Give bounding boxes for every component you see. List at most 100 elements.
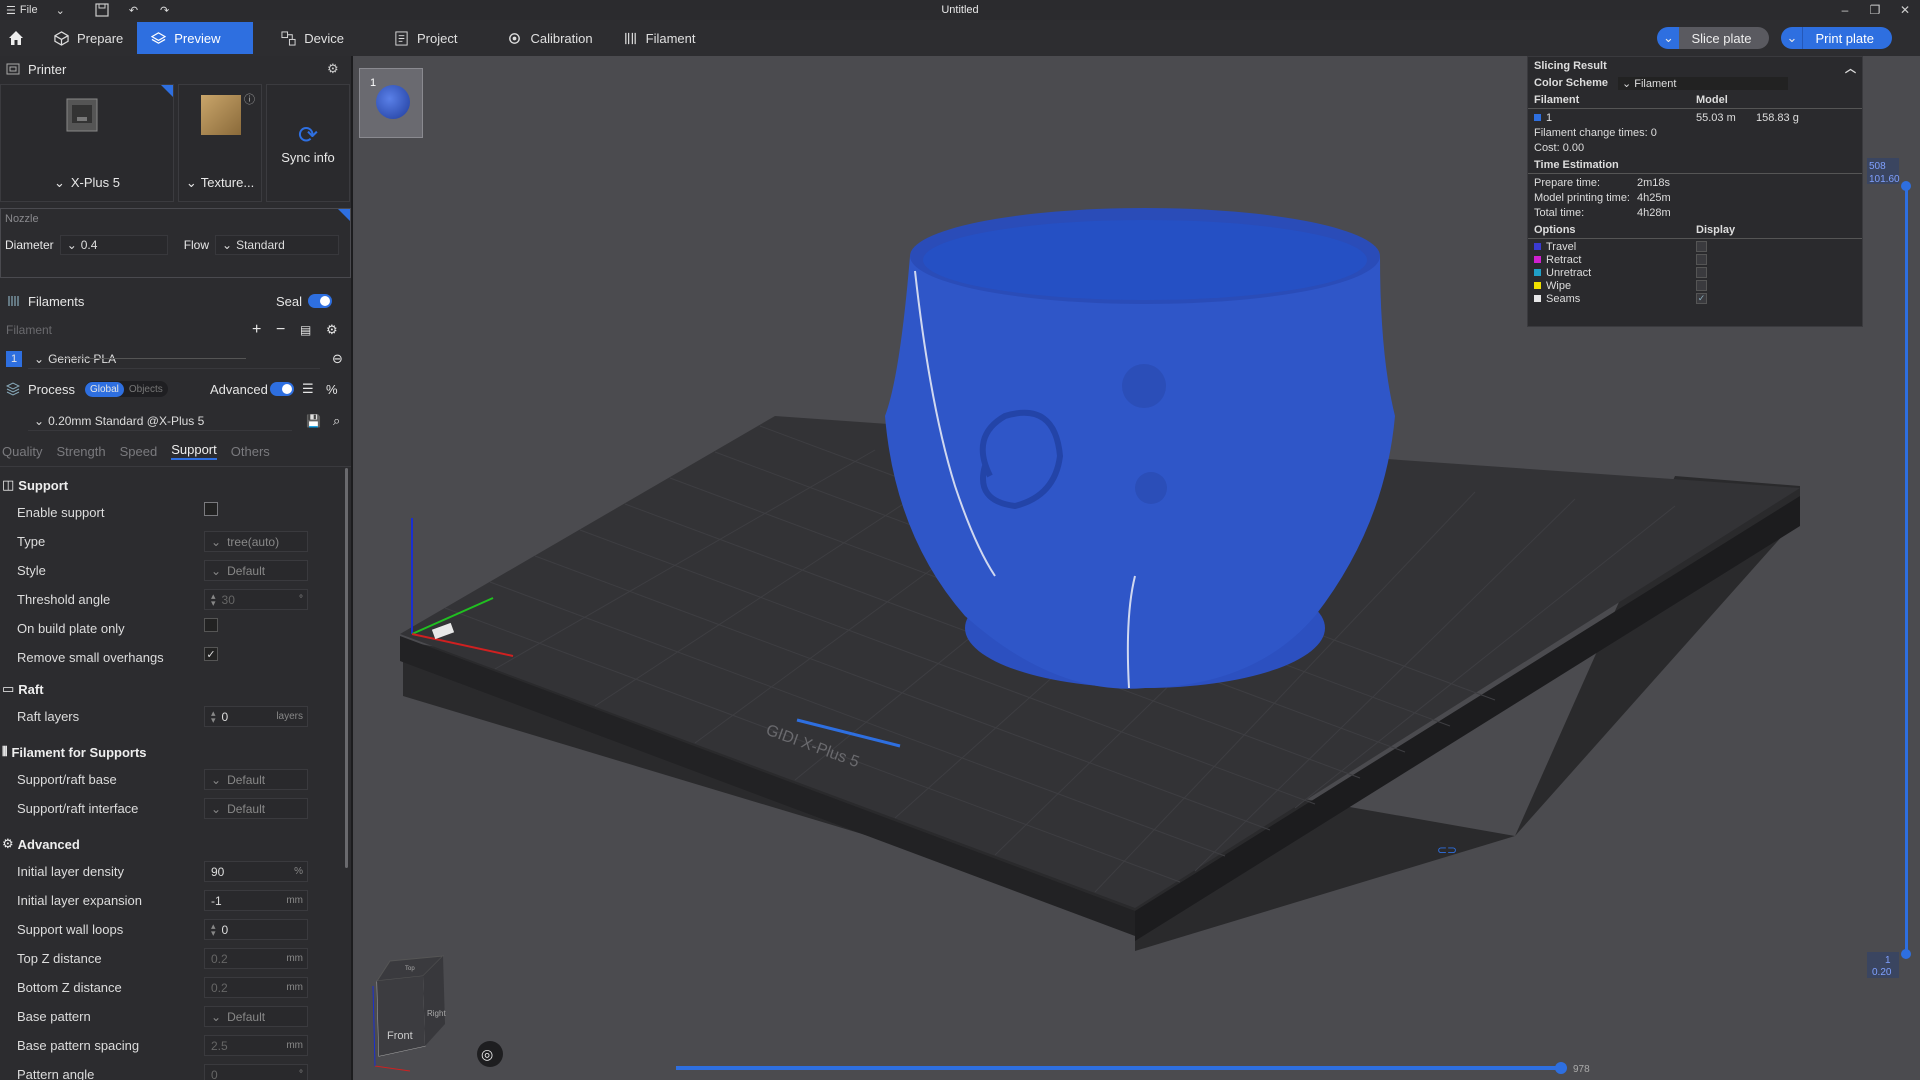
wall-loops-input[interactable]: ▴ ▾ 0 [204, 919, 308, 940]
objects-option[interactable]: Objects [124, 384, 168, 395]
list-icon[interactable]: ☰ [302, 381, 314, 397]
color-scheme-select[interactable]: ⌄ Filament [1617, 76, 1788, 90]
collapse-icon[interactable]: ︿ [1845, 60, 1856, 75]
remove-filament-icon[interactable]: ⊖ [332, 351, 343, 367]
filament-icon [8, 296, 19, 306]
sync-info-button[interactable]: ⟳ Sync info [266, 84, 350, 202]
seal-label: Seal [276, 293, 303, 309]
stepper-icon[interactable]: ▴ ▾ [211, 708, 216, 724]
build-plate-only-checkbox[interactable] [204, 618, 218, 632]
plate-thumbnail[interactable]: 1 [359, 68, 423, 138]
base-pattern-select[interactable]: ⌄ Default [204, 1006, 308, 1027]
tab-calibration[interactable]: Calibration [493, 22, 606, 54]
support-interface-select[interactable]: ⌄ Default [204, 798, 308, 819]
top-layer-height: 101.60 [1869, 174, 1900, 185]
option-display-checkbox[interactable] [1696, 254, 1707, 265]
global-toggle[interactable]: Global Objects [84, 381, 168, 397]
search-icon[interactable]: ⌕ [333, 413, 340, 429]
support-base-label: Support/raft base [17, 772, 117, 787]
support-base-select[interactable]: ⌄ Default [204, 769, 308, 790]
print-plate-button[interactable]: ⌄ Print plate [1781, 27, 1892, 49]
gear-icon[interactable]: ⚙ [327, 61, 339, 77]
filament-manager-icon[interactable]: ▤ [300, 323, 311, 337]
slice-plate-button[interactable]: ⌄ Slice plate [1657, 27, 1770, 49]
stepper-icon[interactable]: ▴ ▾ [211, 921, 216, 937]
option-display-checkbox[interactable] [1696, 267, 1707, 278]
raft-layers-input[interactable]: ▴ ▾ 0 layers [204, 706, 308, 727]
slice-plate-label: Slice plate [1679, 27, 1770, 49]
minimize-icon[interactable]: – [1830, 0, 1860, 20]
pattern-spacing-input[interactable]: 2.5 mm [204, 1035, 308, 1056]
printer-model-card[interactable]: ⌄ X-Plus 5 [0, 84, 174, 202]
bottom-layer-thumb[interactable] [1901, 949, 1911, 959]
pattern-angle-input[interactable]: 0 ° [204, 1064, 308, 1080]
process-preset-select[interactable]: ⌄ 0.20mm Standard @X-Plus 5 [28, 411, 292, 431]
top-layer-thumb[interactable] [1901, 181, 1911, 191]
pattern-angle-row: Pattern angle 0 ° [0, 1060, 351, 1080]
top-z-label: Top Z distance [17, 951, 102, 966]
file-menu[interactable]: ☰ File ⌄ [0, 0, 71, 20]
option-display-checkbox[interactable] [1696, 241, 1707, 252]
print-dropdown-icon[interactable]: ⌄ [1781, 27, 1804, 49]
percent-icon[interactable]: % [326, 382, 338, 397]
bottom-z-input[interactable]: 0.2 mm [204, 977, 308, 998]
option-display-checkbox[interactable]: ✓ [1696, 293, 1707, 304]
tab-support[interactable]: Support [171, 442, 217, 460]
process-subtabs: Quality Strength Speed Support Others [0, 438, 351, 464]
enable-support-checkbox[interactable] [204, 502, 218, 516]
tab-device[interactable]: Device [267, 22, 358, 54]
window-title: Untitled [941, 4, 979, 16]
option-display-checkbox[interactable] [1696, 280, 1707, 291]
diameter-select[interactable]: ⌄ 0.4 [59, 235, 168, 255]
tab-speed[interactable]: Speed [120, 444, 158, 459]
add-icon[interactable]: + [252, 321, 261, 339]
remove-small-overhangs-checkbox[interactable]: ✓ [204, 647, 218, 661]
diameter-label: Diameter [5, 238, 54, 252]
bottom-layer-number: 1 [1885, 955, 1891, 966]
tab-filament[interactable]: Filament [609, 22, 710, 54]
global-option[interactable]: Global [84, 381, 124, 397]
close-icon[interactable]: ✕ [1890, 0, 1920, 20]
tab-calibration-label: Calibration [530, 30, 593, 46]
seal-toggle[interactable] [308, 294, 332, 308]
threshold-angle-input[interactable]: ▴ ▾ 30 ° [204, 589, 308, 610]
stepper-icon[interactable]: ▴ ▾ [211, 591, 216, 607]
bottom-z-row: Bottom Z distance 0.2 mm [0, 973, 351, 1002]
tab-strength[interactable]: Strength [56, 444, 105, 459]
restore-icon[interactable]: ❐ [1860, 0, 1890, 20]
remove-icon[interactable]: − [276, 321, 285, 339]
view-cube[interactable]: Front Right Top [372, 955, 446, 1072]
save-preset-icon[interactable]: 💾 [306, 414, 321, 428]
layer-expansion-input[interactable]: -1 mm [204, 890, 308, 911]
bottom-z-value: 0.2 [211, 980, 228, 995]
tab-preview[interactable]: Preview [137, 22, 254, 54]
top-z-unit: mm [286, 953, 303, 964]
support-type-select[interactable]: ⌄ tree(auto) [204, 531, 308, 552]
support-style-select[interactable]: ⌄ Default [204, 560, 308, 581]
gear-icon[interactable]: ⚙ [326, 322, 338, 338]
layer-range-slider[interactable] [1905, 186, 1908, 954]
undo-icon[interactable]: ↶ [123, 0, 144, 20]
slice-dropdown-icon[interactable]: ⌄ [1657, 27, 1680, 49]
layer-move-slider[interactable] [676, 1066, 1566, 1070]
filament-select[interactable]: ⌄ Generic PLA [28, 349, 320, 369]
redo-icon[interactable]: ↷ [154, 0, 175, 20]
filament-icon [624, 32, 636, 44]
move-slider-thumb[interactable] [1555, 1062, 1567, 1074]
chevron-down-icon[interactable]: ⌄ [56, 4, 65, 17]
advanced-toggle[interactable] [270, 382, 294, 396]
plate-type-card[interactable]: ⓘ ⌄ Texture... [178, 84, 262, 202]
bottom-z-label: Bottom Z distance [17, 980, 122, 995]
layer-density-input[interactable]: 90% [204, 861, 308, 882]
layer-expansion-row: Initial layer expansion -1 mm [0, 886, 351, 915]
col-filament-header: Filament [1534, 93, 1580, 106]
tab-project[interactable]: Project [380, 22, 471, 54]
save-icon[interactable] [89, 0, 115, 20]
tab-others[interactable]: Others [231, 444, 270, 459]
home-icon[interactable] [4, 22, 28, 54]
top-z-input[interactable]: 0.2 mm [204, 948, 308, 969]
tab-prepare[interactable]: Prepare [40, 22, 137, 54]
info-icon[interactable]: ⓘ [244, 91, 255, 107]
flow-select[interactable]: ⌄ Standard [215, 235, 340, 255]
tab-quality[interactable]: Quality [2, 444, 42, 459]
